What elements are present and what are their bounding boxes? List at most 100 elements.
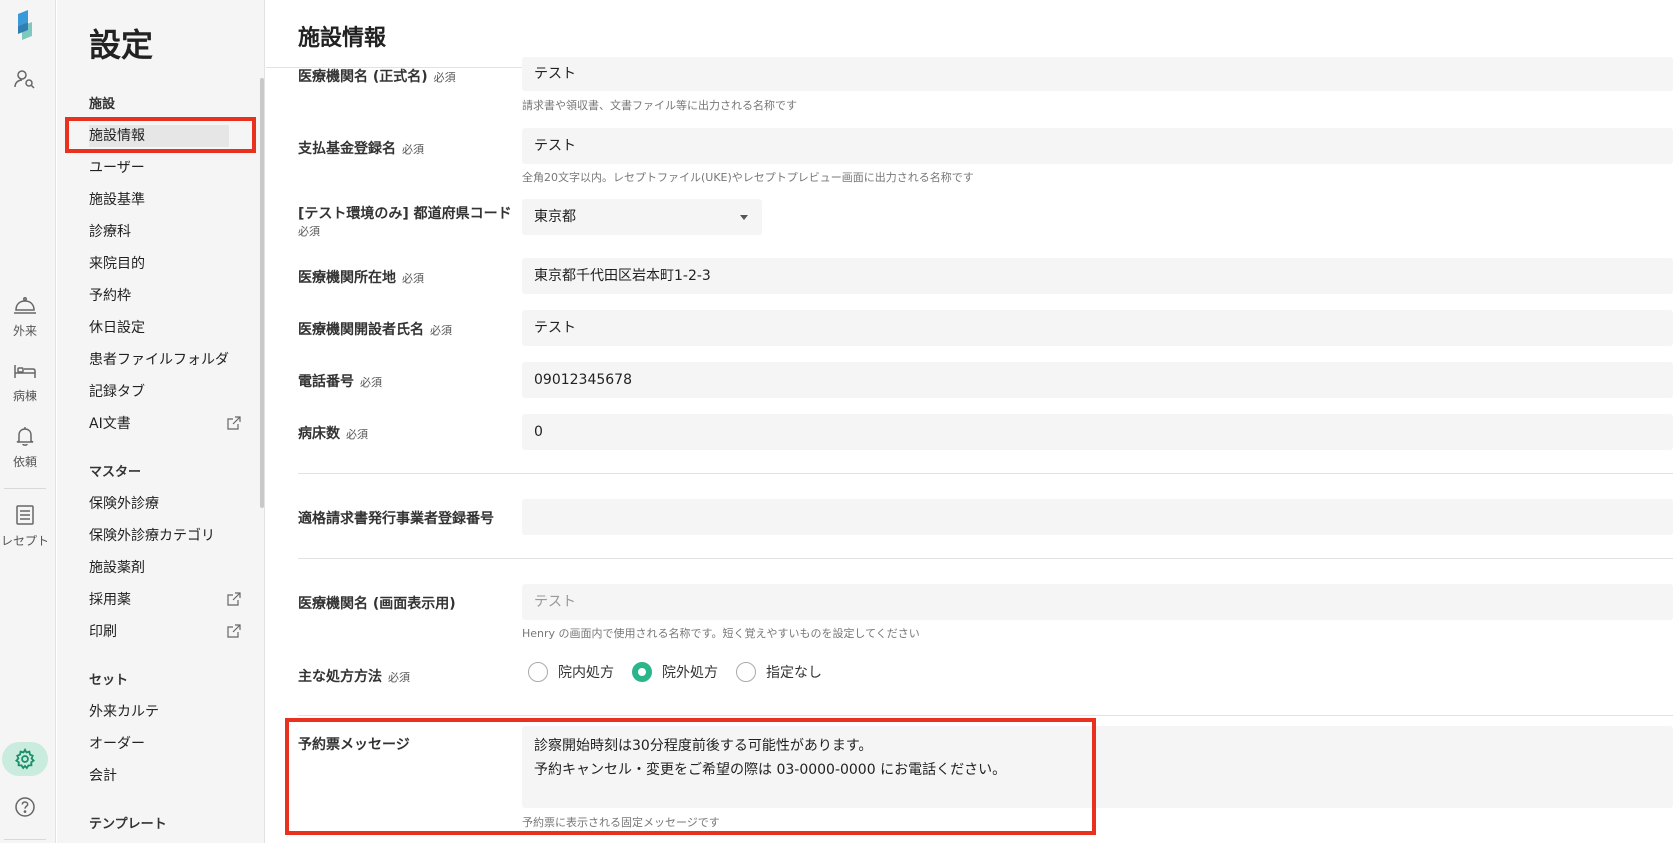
invoice-number-field[interactable] bbox=[522, 499, 1673, 535]
rail-settings[interactable] bbox=[2, 742, 48, 776]
radio-external[interactable]: 院外処方 bbox=[632, 662, 718, 682]
radio-in-house[interactable]: 院内処方 bbox=[528, 662, 614, 682]
ticket-message-label: 予約票メッセージ bbox=[298, 737, 410, 753]
radio-in-house-label: 院内処方 bbox=[558, 665, 614, 681]
founder-label: 医療機関開設者氏名 必須 bbox=[298, 319, 452, 339]
sidebar-item-record-tabs[interactable]: 記録タブ bbox=[89, 381, 229, 403]
radio-circle-checked bbox=[632, 662, 652, 682]
page-title: 施設情報 bbox=[298, 26, 387, 51]
display-name-hint: Henry の画面内で使用される名称です。短く覚えやすいものを設定してください bbox=[522, 627, 920, 640]
sidebar-item-self-pay[interactable]: 保険外診療 bbox=[89, 493, 229, 515]
sidebar-section-master: マスター bbox=[89, 465, 142, 480]
chevron-down-icon bbox=[740, 215, 748, 220]
prescription-label-text: 主な処方方法 bbox=[298, 669, 382, 685]
required-tag: 必須 bbox=[430, 324, 452, 337]
founder-label-text: 医療機関開設者氏名 bbox=[298, 322, 424, 338]
sidebar-section-facility: 施設 bbox=[89, 97, 116, 112]
user-search-icon bbox=[14, 70, 35, 89]
display-name-field[interactable]: テスト bbox=[522, 584, 1673, 620]
sidebar-item-adopted-drugs[interactable]: 採用薬 bbox=[89, 589, 241, 611]
sidebar-item-print[interactable]: 印刷 bbox=[89, 621, 241, 643]
rail-ward[interactable]: 病棟 bbox=[0, 361, 50, 404]
rail-outpatient-label: 外来 bbox=[12, 324, 37, 338]
sidebar-item-facility-info[interactable]: 施設情報 bbox=[89, 125, 229, 147]
prefecture-select-value: 東京都 bbox=[534, 209, 576, 225]
phone-field[interactable]: 09012345678 bbox=[522, 362, 1673, 398]
rail-help[interactable] bbox=[0, 796, 50, 818]
beds-label: 病床数 必須 bbox=[298, 423, 368, 443]
official-name-field[interactable]: テスト bbox=[522, 57, 1673, 91]
founder-field[interactable]: テスト bbox=[522, 310, 1673, 346]
sidebar-item-reservation-slots[interactable]: 予約枠 bbox=[89, 285, 229, 307]
rail-ward-label: 病棟 bbox=[12, 389, 37, 403]
prescription-label: 主な処方方法 必須 bbox=[298, 666, 410, 686]
sidebar-section-templates: テンプレート bbox=[89, 817, 167, 832]
fund-name-label: 支払基金登録名 必須 bbox=[298, 138, 424, 158]
external-link-icon bbox=[227, 416, 241, 430]
document-list-icon bbox=[16, 505, 34, 525]
section-divider bbox=[298, 558, 1673, 559]
fund-name-field[interactable]: テスト bbox=[522, 128, 1673, 164]
radio-external-label: 院外処方 bbox=[662, 665, 718, 681]
sidebar-item-outpatient-chart[interactable]: 外来カルテ bbox=[89, 701, 229, 723]
external-link-icon bbox=[227, 592, 241, 606]
invoice-number-label: 適格請求書発行事業者登録番号 bbox=[298, 511, 494, 527]
beds-label-text: 病床数 bbox=[298, 426, 340, 442]
sidebar-item-accounting[interactable]: 会計 bbox=[89, 765, 229, 787]
sidebar-item-adopted-drugs-label: 採用薬 bbox=[89, 592, 131, 608]
section-divider bbox=[298, 473, 1673, 474]
sidebar-item-facility-drugs[interactable]: 施設薬剤 bbox=[89, 557, 229, 579]
ticket-message-textarea[interactable]: 診察開始時刻は30分程度前後する可能性があります。 予約キャンセル・変更をご希望… bbox=[522, 726, 1673, 808]
address-field[interactable]: 東京都千代田区岩本町1-2-3 bbox=[522, 258, 1673, 294]
app-logo-icon[interactable] bbox=[14, 8, 36, 44]
required-tag: 必須 bbox=[298, 225, 320, 238]
sidebar-item-self-pay-category[interactable]: 保険外診療カテゴリ bbox=[89, 525, 229, 547]
sidebar-item-users[interactable]: ユーザー bbox=[89, 157, 229, 179]
sidebar-item-holidays[interactable]: 休日設定 bbox=[89, 317, 229, 339]
phone-label-text: 電話番号 bbox=[298, 374, 354, 390]
settings-sidebar: 設定 施設 施設情報 ユーザー 施設基準 診療科 来院目的 予約枠 休日設定 患… bbox=[57, 0, 265, 843]
bell-tray-icon bbox=[14, 297, 36, 314]
sidebar-item-visit-purpose[interactable]: 来院目的 bbox=[89, 253, 229, 275]
ticket-message-line-1: 診察開始時刻は30分程度前後する可能性があります。 bbox=[534, 738, 873, 754]
rail-outpatient[interactable]: 外来 bbox=[0, 296, 50, 339]
rail-receipt[interactable]: レセプト bbox=[0, 504, 50, 549]
ticket-message-line-2: 予約キャンセル・変更をご希望の際は 03-0000-0000 にお電話ください。 bbox=[534, 762, 1007, 778]
sidebar-item-departments[interactable]: 診療科 bbox=[89, 221, 229, 243]
beds-field[interactable]: 0 bbox=[522, 414, 1673, 450]
sidebar-scrollbar[interactable] bbox=[260, 78, 264, 508]
prescription-radio-group: 院内処方 院外処方 指定なし bbox=[528, 662, 840, 682]
rail-receipt-label: レセプト bbox=[0, 534, 49, 548]
radio-circle bbox=[528, 662, 548, 682]
app-rail: 外来 病棟 依頼 レセプト bbox=[0, 0, 56, 843]
display-name-label: 医療機関名 (画面表示用) bbox=[298, 596, 456, 612]
official-name-label: 医療機関名 (正式名) 必須 bbox=[298, 66, 456, 86]
rail-patient-search[interactable] bbox=[0, 68, 50, 90]
fund-name-label-text: 支払基金登録名 bbox=[298, 141, 396, 157]
rail-divider-bottom bbox=[4, 839, 46, 840]
sidebar-item-patient-folders[interactable]: 患者ファイルフォルダ bbox=[89, 349, 229, 371]
external-link-icon bbox=[227, 624, 241, 638]
prefecture-label-text: [テスト環境のみ] 都道府県コード bbox=[298, 206, 512, 222]
sidebar-item-facility-standards[interactable]: 施設基準 bbox=[89, 189, 229, 211]
radio-unspecified[interactable]: 指定なし bbox=[736, 662, 822, 682]
fund-name-hint: 全角20文字以内。レセプトファイル(UKE)やレセプトプレビュー画面に出力される… bbox=[522, 171, 974, 184]
phone-label: 電話番号 必須 bbox=[298, 371, 382, 391]
rail-divider bbox=[4, 488, 46, 489]
sidebar-item-orders[interactable]: オーダー bbox=[89, 733, 229, 755]
address-label-text: 医療機関所在地 bbox=[298, 270, 396, 286]
required-tag: 必須 bbox=[360, 376, 382, 389]
sidebar-item-ai-docs-label: AI文書 bbox=[89, 416, 131, 432]
sidebar-item-ai-docs[interactable]: AI文書 bbox=[89, 413, 241, 435]
help-circle-icon bbox=[15, 797, 35, 817]
gear-icon bbox=[14, 748, 36, 770]
official-name-hint: 請求書や領収書、文書ファイル等に出力される名称です bbox=[522, 99, 797, 112]
bed-icon bbox=[14, 365, 36, 378]
rail-request[interactable]: 依頼 bbox=[0, 425, 50, 470]
sidebar-section-sets: セット bbox=[89, 673, 129, 688]
sidebar-title: 設定 bbox=[89, 26, 154, 64]
required-tag: 必須 bbox=[402, 272, 424, 285]
required-tag: 必須 bbox=[346, 428, 368, 441]
radio-unspecified-label: 指定なし bbox=[766, 665, 822, 681]
prefecture-select[interactable]: 東京都 bbox=[522, 199, 762, 235]
